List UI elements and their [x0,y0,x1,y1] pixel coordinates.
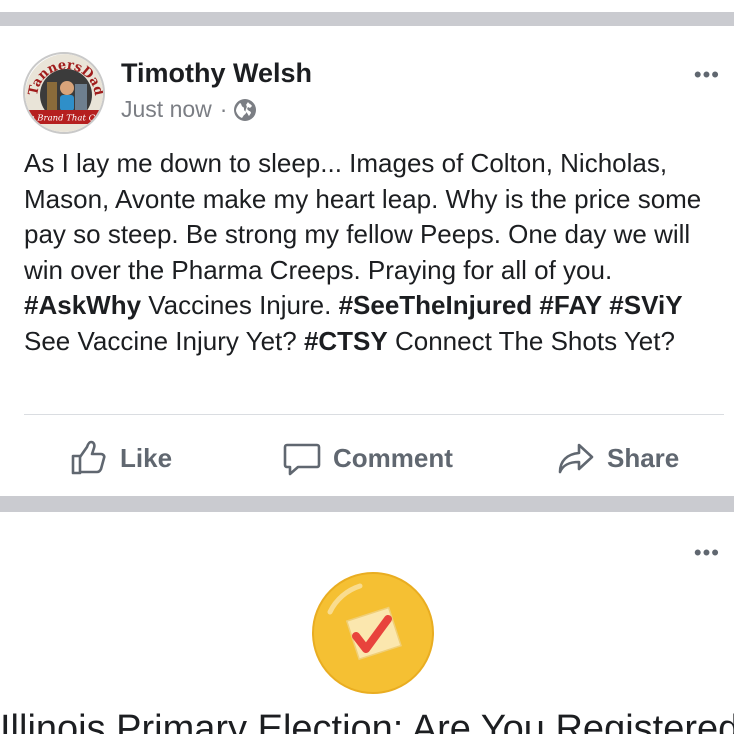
post-timestamp[interactable]: Just now [121,96,212,123]
card-title[interactable]: Illinois Primary Election: Are You Regis… [0,708,734,734]
feed-post: TannersDad The Brand That Cares Timothy … [0,26,734,496]
hashtag-link[interactable]: #FAY [539,290,602,320]
avatar[interactable]: TannersDad The Brand That Cares [23,52,105,134]
share-button[interactable]: Share [557,436,679,480]
post-meta: Just now · [121,96,257,123]
like-label: Like [120,442,173,473]
post-body: As I lay me down to sleep... Images of C… [24,146,714,359]
thumbs-up-icon [71,440,106,475]
comment-label: Comment [333,442,453,473]
post-text-segment: As I lay me down to sleep... Images of C… [24,148,702,285]
globe-icon [233,98,257,122]
meta-separator: · [219,96,228,122]
feed-divider-top [0,12,734,26]
share-arrow-icon [558,443,594,474]
feed-divider-middle [0,496,734,512]
avatar-image: TannersDad The Brand That Cares [25,54,105,132]
election-card: ••• Illinois Primary Election: Are You R… [0,512,734,734]
more-options-icon[interactable]: ••• [694,542,720,564]
action-divider [24,414,724,415]
avatar-banner-text: The Brand That Cares [25,114,105,124]
post-author[interactable]: Timothy Welsh [121,58,312,89]
post-text-segment: See Vaccine Injury Yet? [24,325,304,356]
comment-button[interactable]: Comment [283,436,453,480]
vote-checkmark-icon [312,572,434,694]
hashtag-link[interactable]: #SViY [609,290,682,320]
post-text-segment: Connect The Shots Yet? [387,325,675,356]
hashtag-link[interactable]: #SeeTheInjured [339,290,533,320]
hashtag-link[interactable]: #CTSY [304,326,388,356]
comment-icon [283,443,321,476]
post-text-segment: Vaccines Injure. [141,290,339,320]
like-button[interactable]: Like [70,436,172,480]
share-label: Share [607,442,680,473]
hashtag-link[interactable]: #AskWhy [24,290,141,320]
more-options-icon[interactable]: ••• [694,64,720,86]
